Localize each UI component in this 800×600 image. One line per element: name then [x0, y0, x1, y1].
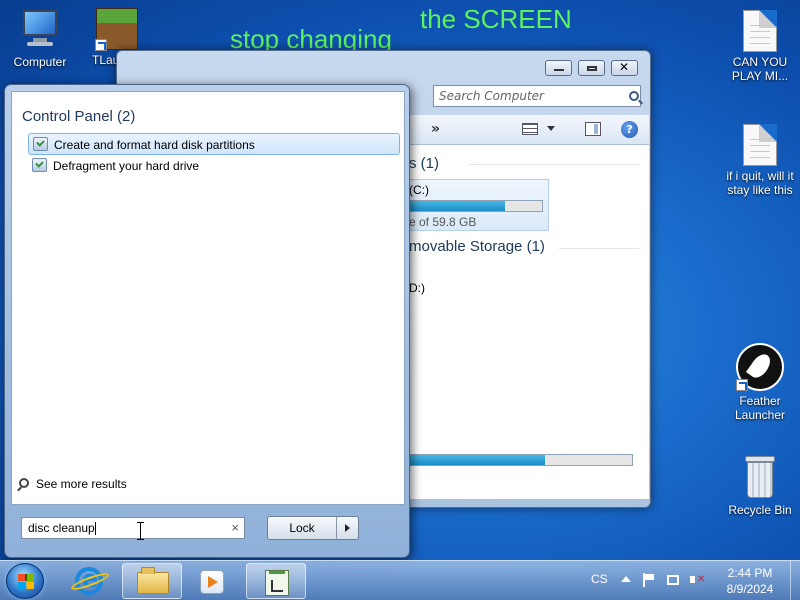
text-file-icon [743, 124, 777, 166]
desktop-label-text-file-2: if i quit, will it stay like this [726, 169, 794, 197]
chevron-down-icon[interactable] [547, 126, 555, 131]
text-file-icon [743, 10, 777, 52]
ibeam-cursor-icon [136, 522, 146, 540]
desktop-icon-text-file-1[interactable]: CAN YOU PLAY MI... [720, 10, 800, 83]
results-group-heading[interactable]: Control Panel (2) [22, 108, 135, 125]
drive-c-space: e of 59.8 GB [409, 215, 477, 229]
preview-pane-icon[interactable] [585, 122, 601, 136]
search-icon [19, 478, 29, 488]
minimize-icon [554, 68, 564, 71]
control-panel-icon [32, 158, 47, 172]
desktop-label-computer: Computer [13, 55, 67, 69]
desktop-icon-computer[interactable]: Computer [0, 8, 80, 69]
see-more-label: See more results [36, 477, 127, 491]
language-indicator[interactable]: CS [591, 572, 608, 586]
explorer-content: s (1) (C:) e of 59.8 GB movable Storage … [409, 145, 649, 499]
tlauncher-grass-block-icon [95, 8, 138, 51]
desktop-label-recycle-bin: Recycle Bin [728, 503, 792, 517]
more-commands-chevron[interactable]: » [431, 121, 440, 137]
clock-time: 2:44 PM [727, 566, 773, 580]
taskbar-notepad-plus-plus[interactable] [246, 563, 306, 599]
shortcut-arrow-icon [95, 39, 107, 51]
explorer-progress-fill [409, 455, 546, 465]
group-divider [559, 248, 639, 249]
desktop-label-tlauncher: TLau [92, 53, 120, 67]
lock-button-group: Lock [267, 516, 359, 540]
drive-d-label[interactable]: D:) [409, 281, 425, 295]
clear-search-icon[interactable]: × [231, 520, 239, 535]
action-center-flag-icon[interactable] [642, 573, 656, 587]
group-heading-hard-disk: s (1) [409, 155, 439, 172]
network-icon[interactable] [667, 575, 679, 585]
minimize-button[interactable] [545, 60, 572, 76]
clock-date: 8/9/2024 [726, 582, 774, 596]
group-heading-removable: movable Storage (1) [409, 238, 545, 255]
lock-button[interactable]: Lock [268, 521, 336, 535]
search-icon[interactable] [629, 91, 639, 101]
clock[interactable]: 2:44 PM 8/9/2024 [718, 565, 782, 597]
volume-muted-icon[interactable] [690, 573, 705, 587]
drive-c-tile[interactable]: (C:) e of 59.8 GB [409, 179, 549, 231]
see-more-results-link[interactable]: See more results [19, 477, 127, 491]
drive-c-label: (C:) [409, 183, 429, 197]
change-view-icon[interactable] [522, 123, 538, 135]
control-panel-icon [33, 137, 48, 151]
desktop-label-feather: Feather Launcher [734, 394, 786, 422]
close-icon: ✕ [619, 60, 630, 74]
media-player-icon [200, 570, 224, 594]
explorer-progress-bar [409, 454, 633, 466]
shutdown-options-arrow-icon[interactable] [336, 517, 358, 539]
result-item[interactable]: Create and format hard disk partitions [28, 133, 400, 155]
desktop-icon-recycle-bin[interactable]: Recycle Bin [720, 456, 800, 517]
start-menu-bottom: See more results disc cleanup × Lock [11, 477, 405, 553]
computer-icon [19, 8, 61, 52]
drive-c-usage-bar [409, 200, 543, 212]
show-hidden-icons-chevron-up-icon[interactable] [621, 576, 631, 582]
maximize-icon [587, 66, 597, 71]
start-search-input[interactable]: disc cleanup × [21, 517, 245, 539]
drive-c-usage-fill [409, 201, 505, 211]
desktop-label-text-file-1: CAN YOU PLAY MI... [731, 55, 789, 83]
result-item[interactable]: Defragment your hard drive [28, 155, 400, 177]
notepad-icon [265, 570, 289, 596]
shortcut-arrow-icon [736, 379, 748, 391]
folder-icon [137, 567, 169, 594]
feather-logo-icon [736, 343, 784, 391]
close-button[interactable]: ✕ [611, 60, 638, 76]
recycle-bin-icon [743, 456, 777, 500]
start-menu: Control Panel (2) Create and format hard… [4, 84, 410, 558]
explorer-toolbar: » ? [409, 115, 649, 145]
desktop-icon-text-file-2[interactable]: if i quit, will it stay like this [720, 124, 800, 197]
result-label: Defragment your hard drive [53, 159, 200, 173]
result-label: Create and format hard disk partitions [54, 138, 255, 152]
taskbar: CS 2:44 PM 8/9/2024 [0, 560, 800, 600]
taskbar-media-player[interactable] [182, 563, 242, 599]
maximize-button[interactable] [578, 60, 605, 76]
wallpaper-text-screen: the SCREEN [420, 4, 572, 34]
start-button[interactable] [6, 563, 44, 599]
search-results-panel: Control Panel (2) Create and format hard… [11, 91, 405, 505]
group-divider [469, 164, 639, 165]
desktop-icon-feather-launcher[interactable]: Feather Launcher [720, 343, 800, 422]
taskbar-internet-explorer[interactable] [60, 563, 120, 599]
text-caret [94, 522, 96, 536]
search-computer-input[interactable]: Search Computer [433, 85, 641, 107]
help-icon[interactable]: ? [621, 121, 638, 138]
start-search-value: disc cleanup [28, 521, 95, 535]
show-desktop-button[interactable] [790, 561, 800, 600]
taskbar-windows-explorer[interactable] [122, 563, 182, 599]
